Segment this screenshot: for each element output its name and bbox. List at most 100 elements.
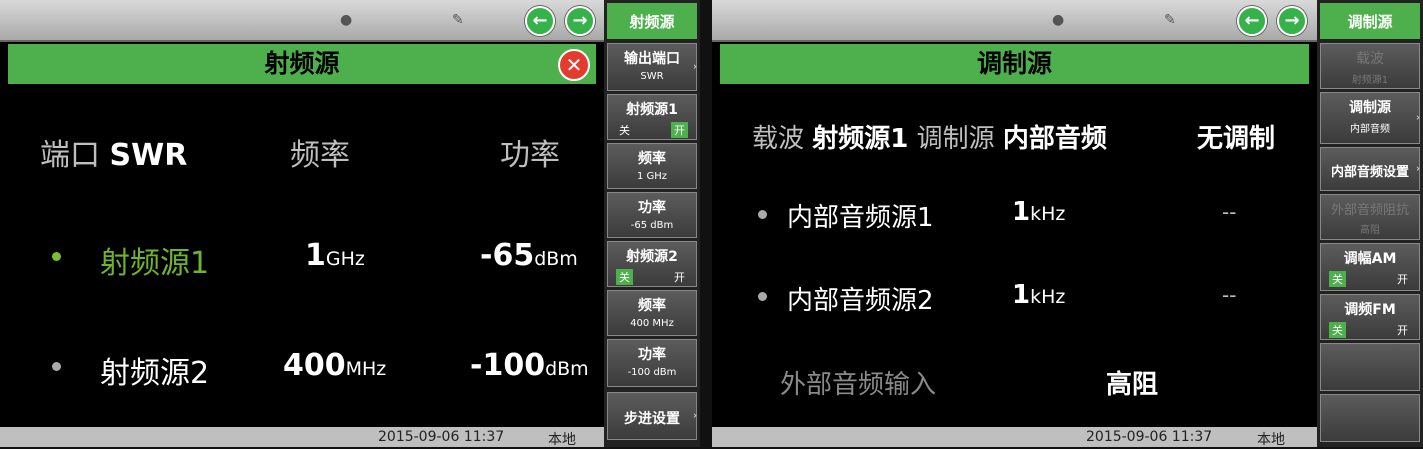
toggle-off: 关: [1329, 271, 1346, 287]
mod-label: 调制源: [916, 124, 995, 154]
softkey-value: 射频源1: [1351, 75, 1389, 86]
carrier-button: 载波 射频源1: [1320, 43, 1420, 89]
mod-value[interactable]: 内部音频: [1003, 124, 1107, 154]
audio1-name[interactable]: 内部音频源1: [787, 197, 934, 234]
step-settings-button[interactable]: 步进设置 ›: [607, 392, 697, 440]
toggle-off: 关: [1329, 322, 1346, 338]
rf2-power[interactable]: -100dBm: [470, 348, 589, 383]
softkey-header: 调制源: [1320, 3, 1420, 39]
softkey-value: 高阻: [1360, 225, 1380, 236]
softkey-value: -100 dBm: [627, 367, 677, 378]
rf1-freq-value: 1: [305, 238, 326, 273]
rf2-power-unit: dBm: [545, 358, 589, 380]
rf2-freq-button[interactable]: 频率 400 MHz: [607, 290, 697, 336]
port-label: 端口: [40, 138, 100, 173]
back-button[interactable]: ←: [525, 6, 555, 36]
rf1-power-unit: dBm: [534, 248, 578, 270]
rf1-power-button[interactable]: 功率 -65 dBm: [607, 192, 697, 238]
chevron-right-icon: ›: [1416, 112, 1420, 124]
empty-softkey: [1320, 343, 1420, 391]
toggle-on: 开: [1397, 273, 1408, 286]
softkey-label: 载波: [1356, 51, 1384, 67]
softkey-label: 功率: [638, 347, 666, 363]
softkey-label: 调幅AM: [1343, 251, 1397, 267]
softkey-value: 1 GHz: [636, 171, 668, 182]
rf2-name[interactable]: 射频源2: [100, 348, 209, 392]
audio1-value[interactable]: 1kHz: [1012, 197, 1065, 227]
mod-source-button[interactable]: 调制源 内部音频 ›: [1320, 92, 1420, 144]
rf2-freq-value: 400: [283, 348, 346, 383]
empty-softkey: [1320, 394, 1420, 442]
mod-softkey-bar: 调制源 载波 射频源1 调制源 内部音频 › 内部音频设置 › 外部音频阻抗 高…: [1317, 0, 1423, 447]
audio1-extra: --: [1222, 200, 1237, 224]
forward-button[interactable]: →: [565, 6, 595, 36]
top-toolbar: ● ✎ ← →: [712, 0, 1317, 42]
status-bar: 2015-09-06 11:37 本地: [712, 427, 1317, 448]
softkey-label: 射频源2: [626, 249, 678, 265]
datetime: 2015-09-06 11:37: [378, 429, 505, 445]
toggle-on: 开: [671, 122, 688, 138]
status-dot: [52, 252, 61, 261]
audio2-value[interactable]: 1kHz: [1012, 280, 1065, 310]
rf-source-panel: ● ✎ ← → 射频源 ✕ 端口 SWR 频率 功率 射频源1 1GHz -65…: [0, 0, 604, 448]
audio1-unit: kHz: [1030, 203, 1066, 225]
rf1-toggle[interactable]: 射频源1 关 开: [607, 94, 697, 140]
top-toolbar: ● ✎ ← →: [0, 0, 604, 42]
freq-header: 频率: [290, 138, 350, 173]
softkey-value: SWR: [640, 71, 664, 82]
softkey-value: 400 MHz: [630, 318, 674, 329]
control-mode: 本地: [548, 432, 576, 448]
softkey-label: 步进设置: [624, 411, 680, 427]
mod-state: 无调制: [1197, 124, 1276, 154]
close-icon[interactable]: ✕: [558, 49, 590, 81]
rf2-toggle[interactable]: 射频源2 关 开: [607, 241, 697, 287]
rf2-freq-unit: MHz: [345, 358, 387, 380]
audio2-extra: --: [1222, 283, 1237, 307]
chevron-right-icon: ›: [693, 410, 697, 422]
page-title-bar: 射频源 ✕: [8, 44, 596, 84]
back-button[interactable]: ←: [1237, 6, 1267, 36]
fm-toggle[interactable]: 调频FM 关 开: [1320, 294, 1420, 340]
rf1-freq[interactable]: 1GHz: [305, 238, 365, 273]
am-toggle[interactable]: 调幅AM 关 开: [1320, 243, 1420, 291]
port-header: 端口 SWR: [40, 130, 187, 174]
softkey-label: 输出端口: [624, 51, 680, 67]
modulation-panel: ● ✎ ← → 调制源 载波 射频源1 调制源 内部音频 无调制 内部音频源1 …: [712, 0, 1317, 448]
rf1-power[interactable]: -65dBm: [480, 238, 578, 273]
toggle-on: 开: [1397, 324, 1408, 337]
softkey-label: 频率: [638, 298, 666, 314]
status-dot: [52, 362, 61, 371]
softkey-label: 外部音频阻抗: [1330, 203, 1409, 218]
ext-input-value[interactable]: 高阻: [1106, 364, 1158, 401]
chevron-right-icon: ›: [693, 61, 697, 73]
page-title: 射频源: [264, 49, 340, 78]
rf1-name[interactable]: 射频源1: [100, 238, 209, 282]
output-port-button[interactable]: 输出端口 SWR ›: [607, 43, 697, 91]
toggle-off: 关: [619, 124, 630, 137]
softkey-label: 射频源1: [626, 102, 678, 118]
pen-icon: ✎: [452, 12, 464, 28]
softkey-label: 频率: [638, 151, 666, 167]
softkey-header: 射频源: [607, 3, 697, 39]
audio2-name[interactable]: 内部音频源2: [787, 280, 934, 317]
status-dot: [758, 210, 767, 219]
rf1-freq-unit: GHz: [325, 248, 365, 270]
softkey-label: 功率: [638, 200, 666, 216]
toggle-off: 关: [616, 269, 633, 285]
carrier-value[interactable]: 射频源1: [812, 124, 908, 154]
ext-input-label: 外部音频输入: [780, 370, 937, 400]
softkey-value: 内部音频: [1350, 124, 1390, 135]
port-value[interactable]: SWR: [110, 138, 188, 173]
rf1-freq-button[interactable]: 频率 1 GHz: [607, 143, 697, 189]
forward-button[interactable]: →: [1277, 6, 1307, 36]
control-mode: 本地: [1257, 432, 1285, 448]
rf2-power-button[interactable]: 功率 -100 dBm: [607, 339, 697, 387]
ext-impedance-button: 外部音频阻抗 高阻: [1320, 194, 1420, 240]
pen-icon: ✎: [1164, 12, 1176, 28]
internal-audio-settings-button[interactable]: 内部音频设置 ›: [1320, 147, 1420, 191]
power-header: 功率: [500, 138, 560, 173]
softkey-label: 调制源: [1349, 100, 1391, 116]
rf2-freq[interactable]: 400MHz: [283, 348, 386, 383]
datetime: 2015-09-06 11:37: [1086, 429, 1213, 445]
softkey-value: -65 dBm: [630, 220, 674, 231]
